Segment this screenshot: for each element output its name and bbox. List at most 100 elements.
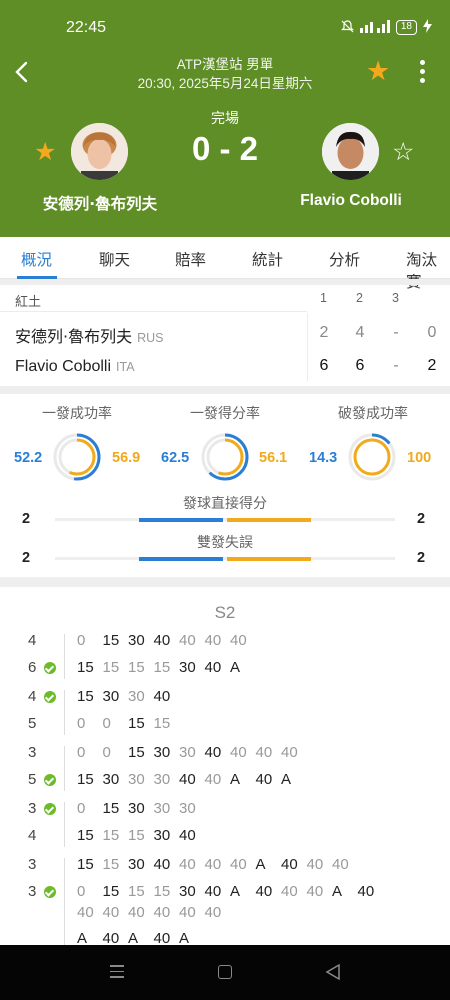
recent-apps-icon[interactable] bbox=[110, 965, 124, 982]
point-score: 40 bbox=[204, 883, 222, 900]
tab-chat[interactable]: 聊天 bbox=[99, 248, 130, 270]
point-score: 40 bbox=[179, 856, 196, 873]
bar-stat-value-p1: 2 bbox=[22, 511, 31, 527]
serve-winner-check-icon bbox=[44, 691, 56, 703]
player1-name[interactable]: 安德列·魯布列夫 bbox=[0, 192, 200, 214]
divider bbox=[0, 311, 307, 312]
player1-avatar[interactable] bbox=[71, 123, 128, 180]
player1-country: RUS bbox=[137, 331, 164, 345]
serve-winner-check-icon bbox=[44, 803, 56, 815]
point-score: 40 bbox=[306, 856, 324, 873]
stat-label: 破發成功率 bbox=[338, 406, 408, 422]
point-score: 0 bbox=[102, 744, 111, 761]
point-score: 40 bbox=[153, 904, 171, 921]
tab-bar: 概況 聊天 賠率 統計 分析 淘汰賽 bbox=[0, 237, 450, 291]
set-score: 6 bbox=[319, 357, 329, 374]
player2-avatar[interactable] bbox=[322, 123, 379, 180]
more-options-icon[interactable] bbox=[416, 60, 428, 86]
point-score: 40 bbox=[255, 744, 273, 761]
stat-value-p2: 56.1 bbox=[259, 450, 288, 466]
point-score: 30 bbox=[128, 771, 145, 788]
point-score: 30 bbox=[128, 688, 145, 705]
set-score-table: 紅土 1 2 3 安德列·魯布列夫 RUS 2 4 - 0 Flavio Cobo… bbox=[0, 285, 450, 385]
player2-favorite-star-icon[interactable]: ☆ bbox=[392, 138, 414, 166]
player1-games: 4 bbox=[28, 632, 37, 649]
point-score: 40 bbox=[204, 771, 222, 788]
home-icon[interactable] bbox=[218, 965, 232, 979]
stat-value-p1: 14.3 bbox=[309, 450, 338, 466]
game-divider bbox=[64, 746, 65, 791]
tab-analysis[interactable]: 分析 bbox=[329, 248, 360, 270]
bar-fill-p2 bbox=[227, 557, 311, 561]
point-score: 15 bbox=[102, 659, 120, 676]
point-score: 40 bbox=[179, 904, 196, 921]
stat-label: 一發成功率 bbox=[42, 406, 112, 422]
player1-row-name: 安德列·魯布列夫 RUS bbox=[15, 327, 164, 346]
point-sequence: 0 15 30 40 40 40 40 bbox=[77, 632, 256, 649]
point-score: 40 bbox=[281, 744, 298, 761]
point-score: 15 bbox=[77, 688, 94, 705]
player1-games: 4 bbox=[28, 688, 37, 705]
bar-track bbox=[55, 518, 395, 521]
bar-stat-label: 發球直接得分 bbox=[183, 496, 267, 512]
tab-odds[interactable]: 賠率 bbox=[175, 248, 206, 270]
point-score: 40 bbox=[255, 883, 273, 900]
favorite-star-icon[interactable]: ★ bbox=[366, 58, 390, 86]
point-sequence: 15 30 30 40 bbox=[77, 688, 179, 705]
point-score: 0 bbox=[77, 883, 86, 900]
point-score: 40 bbox=[102, 904, 120, 921]
point-score: 40 bbox=[153, 632, 171, 649]
point-score: 15 bbox=[128, 715, 145, 732]
stat-value-p1: 62.5 bbox=[161, 450, 190, 466]
point-score: A bbox=[255, 856, 266, 873]
point-score: 40 bbox=[179, 771, 196, 788]
game-divider bbox=[64, 802, 65, 847]
bar-stat-value-p1: 2 bbox=[22, 550, 31, 566]
point-score: 30 bbox=[179, 659, 196, 676]
point-score: 15 bbox=[128, 827, 145, 844]
point-sequence: 0 0 15 30 30 40 40 40 40 bbox=[77, 744, 307, 761]
status-bar: 22:45 18 bbox=[0, 0, 450, 52]
point-score: 30 bbox=[179, 800, 196, 817]
player2-games: 6 bbox=[28, 659, 37, 676]
game-divider bbox=[64, 858, 65, 950]
point-score: 15 bbox=[77, 856, 94, 873]
player2-name[interactable]: Flavio Cobolli bbox=[251, 192, 450, 210]
bar-fill-p1 bbox=[139, 557, 223, 561]
signal-icon bbox=[359, 19, 390, 36]
current-game-score: 0 bbox=[427, 324, 437, 341]
point-score: 40 bbox=[281, 883, 298, 900]
point-score: 15 bbox=[128, 659, 145, 676]
point-score: 40 bbox=[204, 856, 222, 873]
player2-games: 3 bbox=[28, 883, 37, 900]
point-score: A bbox=[230, 883, 241, 900]
point-score: 40 bbox=[204, 659, 222, 676]
set-header: 3 bbox=[392, 291, 399, 305]
section-divider bbox=[0, 577, 450, 587]
point-score: 15 bbox=[153, 715, 171, 732]
set-score: 2 bbox=[319, 324, 329, 341]
point-score: 30 bbox=[128, 632, 145, 649]
point-score: 30 bbox=[128, 856, 145, 873]
point-score: 30 bbox=[128, 800, 145, 817]
set-score: 6 bbox=[355, 357, 365, 374]
point-sequence: 15 15 30 40 40 40 40 A 40 40 40 bbox=[77, 856, 358, 873]
point-score: 40 bbox=[153, 856, 171, 873]
point-score: A bbox=[281, 771, 292, 788]
tab-overview[interactable]: 概況 bbox=[21, 248, 52, 270]
back-triangle-icon[interactable] bbox=[325, 963, 341, 981]
set-score: - bbox=[393, 324, 399, 341]
point-score: 15 bbox=[77, 771, 94, 788]
mute-icon bbox=[340, 19, 354, 36]
section-divider bbox=[0, 386, 450, 394]
game-divider bbox=[64, 690, 65, 735]
point-score: 40 bbox=[77, 904, 94, 921]
player1-favorite-star-icon[interactable]: ★ bbox=[34, 138, 56, 166]
point-sequence: 15 15 15 15 30 40 A bbox=[77, 659, 256, 676]
tab-statistics[interactable]: 統計 bbox=[252, 248, 283, 270]
point-sequence: 0 0 15 15 bbox=[77, 715, 179, 732]
point-sequence: 15 15 15 30 40 bbox=[77, 827, 205, 844]
battery-icon: 18 bbox=[395, 20, 417, 35]
charging-icon bbox=[423, 19, 432, 36]
point-score: 15 bbox=[77, 827, 94, 844]
